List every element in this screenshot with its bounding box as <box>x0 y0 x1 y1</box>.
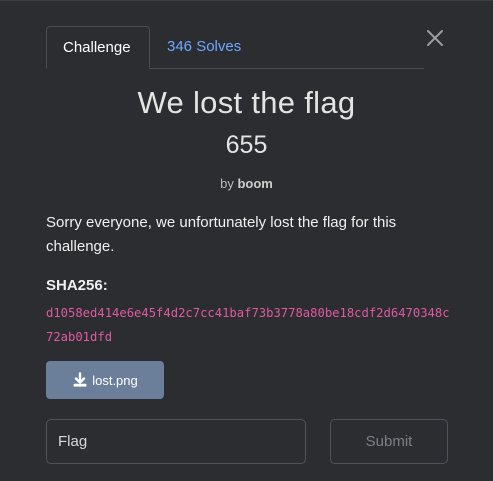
flag-input[interactable] <box>46 419 306 464</box>
download-icon <box>72 372 88 388</box>
submit-button[interactable]: Submit <box>330 419 448 464</box>
author-name: boom <box>237 176 273 191</box>
challenge-tabs: Challenge 346 Solves <box>46 26 424 69</box>
tab-solves[interactable]: 346 Solves <box>151 26 257 68</box>
challenge-description: Sorry everyone, we unfortunately lost th… <box>46 214 397 255</box>
close-icon[interactable] <box>424 27 446 49</box>
file-label: lost.png <box>92 372 138 388</box>
file-download-button[interactable]: lost.png <box>46 361 164 399</box>
challenge-title: We lost the flag <box>137 85 356 120</box>
tab-challenge[interactable]: Challenge <box>46 26 150 69</box>
challenge-modal: Challenge 346 Solves We lost the flag 65… <box>0 0 493 481</box>
author-prefix: by <box>220 176 234 191</box>
challenge-author: by boom <box>0 176 493 191</box>
hash-value: d1058ed414e6e45f4d2c7cc41baf73b3778a80be… <box>46 306 450 344</box>
challenge-points: 655 <box>225 131 268 159</box>
hash-label: SHA256: <box>46 277 108 294</box>
